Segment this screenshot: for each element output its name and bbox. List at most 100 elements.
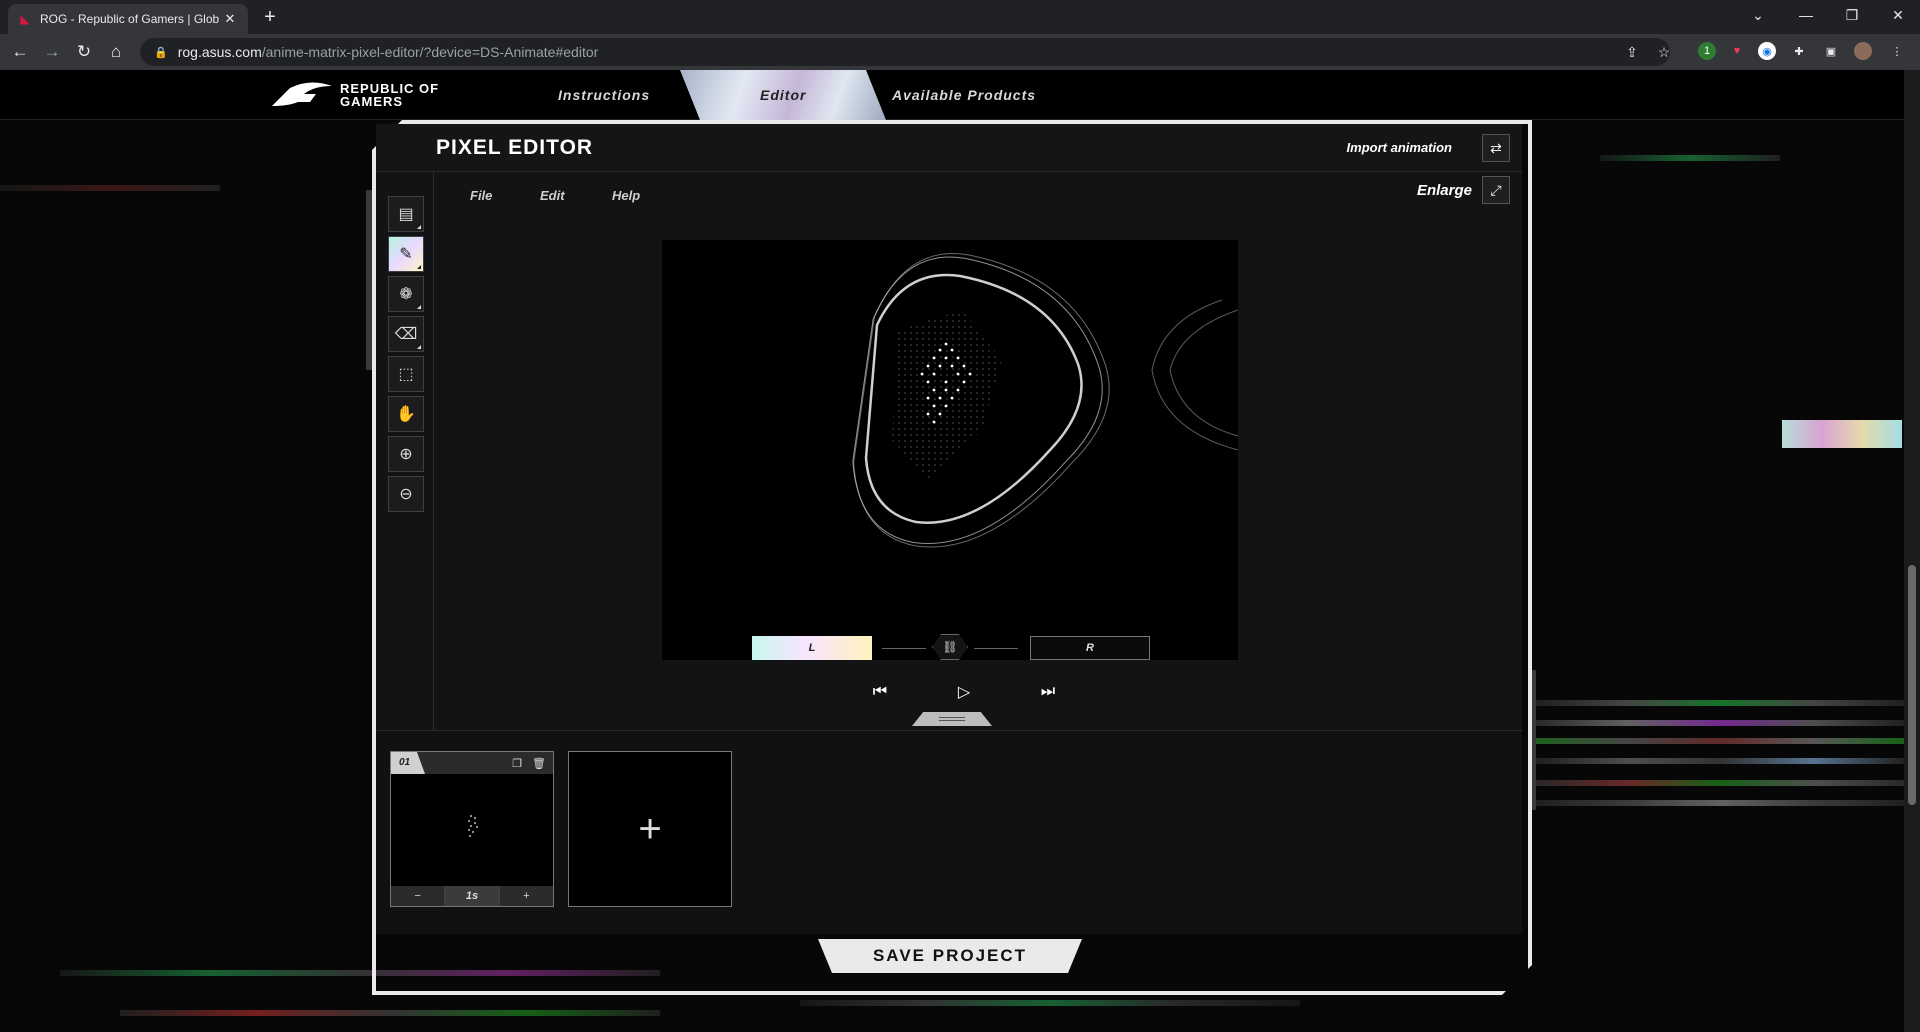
delete-frame-icon[interactable]: 🗑 — [531, 755, 547, 771]
swap-arrows-icon: ⇄ — [1490, 139, 1502, 156]
browser-tab-bar: ◣ ROG - Republic of Gamers | Glob ✕ + ⌄ … — [0, 0, 1920, 34]
zoom-in-tool[interactable]: ⊕ — [388, 436, 424, 472]
selection-icon: ⬚ — [398, 366, 414, 383]
glitch-strip — [1600, 155, 1780, 161]
frame-card[interactable]: 01 ❐ 🗑 − 1s + — [390, 751, 554, 907]
forward-icon[interactable]: → — [40, 40, 64, 64]
home-icon[interactable]: ⌂ — [104, 40, 128, 64]
browser-toolbar: ← → ↻ ⌂ 🔒 rog.asus.com /anime-matrix-pix… — [0, 34, 1920, 70]
expand-icon: ⤢ — [1490, 181, 1502, 198]
import-animation-button[interactable]: ⇄ — [1482, 134, 1510, 162]
glitch-holo-block — [1782, 420, 1902, 448]
increase-duration-button[interactable]: + — [500, 886, 553, 906]
hand-icon: ✋ — [396, 406, 416, 423]
save-project-button[interactable]: SAVE PROJECT — [818, 939, 1082, 973]
grip-icon — [939, 717, 965, 721]
skip-forward-button[interactable]: ⏭ — [1036, 680, 1060, 704]
rog-logo[interactable]: REPUBLIC OF GAMERS — [270, 80, 439, 110]
menu-help[interactable]: Help — [612, 188, 640, 203]
close-window-button[interactable]: ✕ — [1876, 0, 1920, 30]
pixel-canvas[interactable] — [662, 240, 1238, 660]
frame-duration: 1s — [445, 886, 500, 906]
nav-editor[interactable]: Editor — [680, 70, 886, 120]
device-preview-graphic — [852, 253, 1238, 548]
hand-tool[interactable]: ✋ — [388, 396, 424, 432]
page-scrollbar[interactable] — [1904, 70, 1920, 1032]
url-path: /anime-matrix-pixel-editor/?device=DS-An… — [261, 44, 599, 60]
glitch-strip — [1536, 720, 1906, 726]
glitch-strip — [1536, 780, 1906, 786]
pocket-icon[interactable]: ♥ — [1728, 42, 1746, 60]
share-icon[interactable]: ⇪ — [1620, 40, 1644, 64]
restore-button[interactable]: ❐ — [1830, 0, 1874, 30]
menu-file[interactable]: File — [470, 188, 492, 203]
address-bar[interactable]: 🔒 rog.asus.com /anime-matrix-pixel-edito… — [140, 38, 1670, 66]
skip-back-icon: ⏮ — [872, 683, 888, 700]
selection-tool[interactable]: ⬚ — [388, 356, 424, 392]
editor-title-bar: PIXEL EDITOR Import animation ⇄ — [376, 124, 1522, 172]
zoom-out-icon: ⊖ — [399, 486, 413, 503]
web-page: REPUBLIC OF GAMERS Instructions Editor A… — [0, 70, 1920, 1032]
glitch-strip — [1536, 758, 1906, 764]
enlarge-label[interactable]: Enlarge — [1417, 182, 1472, 199]
extensions-puzzle-icon[interactable]: ✚ — [1790, 42, 1808, 60]
right-side-selector[interactable]: R — [1030, 636, 1150, 660]
side-panel-icon[interactable]: ▣ — [1822, 42, 1840, 60]
zoom-in-icon: ⊕ — [399, 446, 413, 463]
tab-title: ROG - Republic of Gamers | Glob — [40, 12, 220, 26]
background-image-tool[interactable]: ▤ — [388, 196, 424, 232]
duplicate-frame-icon[interactable]: ❐ — [509, 755, 525, 771]
scrollbar-thumb[interactable] — [1908, 565, 1916, 805]
link-line-left — [882, 648, 926, 649]
nav-available-products[interactable]: Available Products — [892, 80, 1036, 110]
glitch-strip — [120, 1010, 660, 1016]
zoom-out-tool[interactable]: ⊖ — [388, 476, 424, 512]
glitch-strip — [800, 1000, 1300, 1006]
link-line-right — [974, 648, 1018, 649]
extension-globe-icon[interactable]: ◉ — [1758, 42, 1776, 60]
glitch-strip — [1536, 700, 1906, 706]
enlarge-button[interactable]: ⤢ — [1482, 176, 1510, 204]
browser-tab[interactable]: ◣ ROG - Republic of Gamers | Glob ✕ — [8, 4, 248, 34]
left-side-selector[interactable]: L — [752, 636, 872, 660]
tool-palette: ▤ ✎ ❁ ⌫ ⬚ ✋ ⊕ ⊖ ◉ — [376, 172, 434, 782]
close-tab-icon[interactable]: ✕ — [222, 11, 238, 27]
bookmark-star-icon[interactable]: ☆ — [1652, 40, 1676, 64]
extension-green-icon[interactable]: 1 — [1698, 42, 1716, 60]
rog-favicon-icon: ◣ — [20, 12, 30, 26]
extension-badge: 1 — [1703, 45, 1711, 57]
color-palette-tool[interactable]: ❁ — [388, 276, 424, 312]
browser-menu-icon[interactable]: ⋮ — [1888, 42, 1906, 60]
glitch-strip — [1536, 738, 1906, 744]
nav-editor-label: Editor — [760, 87, 807, 103]
rog-eye-icon — [272, 82, 332, 106]
add-frame-icon: + — [638, 806, 662, 851]
pencil-tool[interactable]: ✎ — [388, 236, 424, 272]
play-button[interactable]: ▷ — [952, 680, 976, 704]
tab-search-icon[interactable]: ⌄ — [1736, 0, 1780, 30]
logo-line2: GAMERS — [340, 94, 404, 109]
add-frame-button[interactable]: + — [568, 751, 732, 907]
minimize-button[interactable]: — — [1784, 0, 1828, 30]
skip-back-button[interactable]: ⏮ — [868, 680, 892, 704]
decrease-duration-button[interactable]: − — [391, 886, 446, 906]
profile-avatar[interactable] — [1854, 42, 1872, 60]
play-icon: ▷ — [957, 684, 971, 701]
frame-timeline: 01 ❐ 🗑 − 1s + + — [376, 730, 1522, 934]
import-animation-label[interactable]: Import animation — [1347, 140, 1452, 155]
skip-forward-icon: ⏭ — [1040, 683, 1056, 700]
timeline-drawer-handle[interactable] — [912, 712, 992, 726]
background-image-icon: ▤ — [398, 206, 414, 223]
eraser-tool[interactable]: ⌫ — [388, 316, 424, 352]
frame-number: 01 — [391, 752, 425, 774]
new-tab-button[interactable]: + — [258, 6, 282, 30]
back-icon[interactable]: ← — [8, 40, 32, 64]
color-palette-icon: ❁ — [399, 286, 413, 303]
menu-edit[interactable]: Edit — [540, 188, 565, 203]
nav-instructions[interactable]: Instructions — [558, 80, 650, 110]
frame-card-header: 01 ❐ 🗑 — [391, 752, 553, 774]
reload-icon[interactable]: ↻ — [72, 40, 96, 64]
logo-text: REPUBLIC OF GAMERS — [340, 82, 439, 108]
site-header: REPUBLIC OF GAMERS Instructions Editor A… — [0, 70, 1904, 120]
eraser-icon: ⌫ — [394, 326, 418, 343]
